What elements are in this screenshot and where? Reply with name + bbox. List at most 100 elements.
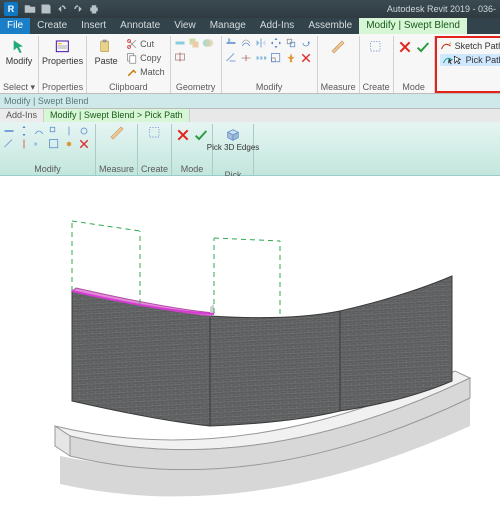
ribbon-secondary: Modify Measure Create Mode Pick 3D Edges… xyxy=(0,122,500,176)
modify-button[interactable]: Modify xyxy=(3,37,35,81)
context-strip: Modify | Swept Blend xyxy=(0,94,500,108)
sketch-path-icon xyxy=(440,40,452,52)
print-icon[interactable] xyxy=(88,3,100,15)
align-icon[interactable] xyxy=(225,37,237,49)
quick-access-toolbar xyxy=(24,3,116,15)
tab-modify-swept-blend[interactable]: Modify | Swept Blend xyxy=(359,18,467,34)
window-title: Autodesk Revit 2019 - 036- xyxy=(387,4,496,14)
finish2-icon[interactable] xyxy=(193,127,209,143)
split-el-icon[interactable] xyxy=(240,52,252,64)
paste-label: Paste xyxy=(95,56,118,66)
tab-addins[interactable]: Add-Ins xyxy=(253,18,301,34)
create2-icon[interactable] xyxy=(147,125,163,141)
pick-3d-edges-icon xyxy=(225,127,241,143)
match-button[interactable]: Match xyxy=(124,65,167,78)
pick-path-label: Pick Path xyxy=(466,55,500,65)
trim2-icon[interactable] xyxy=(3,138,15,150)
tab-create[interactable]: Create xyxy=(30,18,74,34)
open-icon[interactable] xyxy=(24,3,36,15)
properties-label: Properties xyxy=(42,56,83,66)
delete2-icon[interactable] xyxy=(78,138,90,150)
panel2-measure: Measure xyxy=(96,124,138,175)
rotate2-icon[interactable] xyxy=(78,125,90,137)
panel2-modify-title: Modify xyxy=(34,163,61,175)
scale-icon[interactable] xyxy=(270,52,282,64)
tab-file[interactable]: File xyxy=(0,18,30,34)
panel-create: Create xyxy=(360,36,394,93)
tab-manage[interactable]: Manage xyxy=(203,18,253,34)
subtab-pickpath[interactable]: Modify | Swept Blend > Pick Path xyxy=(44,109,190,122)
tab-assemble[interactable]: Assemble xyxy=(301,18,359,34)
dim-icon[interactable] xyxy=(104,3,116,15)
cut-button[interactable]: Cut xyxy=(124,37,167,50)
finish-icon[interactable] xyxy=(415,39,431,55)
title-bar: R Autodesk Revit 2019 - 036- xyxy=(0,0,500,18)
tab-insert[interactable]: Insert xyxy=(74,18,113,34)
panel-modify-title: Modify xyxy=(256,81,283,93)
panel2-mode-title: Mode xyxy=(181,163,204,175)
create-button[interactable] xyxy=(364,37,388,81)
panel-clipboard: Paste Cut Copy Match Clipboard xyxy=(87,36,171,93)
cut-geom-icon[interactable] xyxy=(188,37,200,49)
pick-3d-edges-button[interactable]: Pick 3D Edges xyxy=(216,125,250,169)
redo-icon[interactable] xyxy=(72,3,84,15)
paste-button[interactable]: Paste xyxy=(90,37,122,81)
delete-icon[interactable] xyxy=(300,52,312,64)
measure-button[interactable] xyxy=(325,37,351,81)
panel-geometry-title: Geometry xyxy=(176,81,216,93)
save-icon[interactable] xyxy=(40,3,52,15)
panel2-pick: Pick 3D Edges Pick xyxy=(213,124,254,175)
tab-view[interactable]: View xyxy=(167,18,203,34)
split2-icon[interactable] xyxy=(18,138,30,150)
pick-path-button[interactable]: Pick Path xyxy=(440,54,500,66)
model-view xyxy=(0,176,500,516)
panel2-modify: Modify xyxy=(0,124,96,175)
panel-measure-title: Measure xyxy=(321,81,356,93)
panel-clipboard-title: Clipboard xyxy=(109,81,148,93)
rotate-icon[interactable] xyxy=(300,37,312,49)
cancel2-icon[interactable] xyxy=(175,127,191,143)
panel-measure: Measure xyxy=(318,36,360,93)
secondary-tabs: Add-Ins Modify | Swept Blend > Pick Path xyxy=(0,108,500,122)
properties-button[interactable]: Properties xyxy=(43,37,83,81)
panel-draw: Sketch Path Pick Path xyxy=(435,36,500,93)
scale2-icon[interactable] xyxy=(48,138,60,150)
move-icon[interactable] xyxy=(270,37,282,49)
ribbon-main: Modify Select ▾ Properties Properties Pa… xyxy=(0,34,500,94)
pick-3d-edges-label: Pick 3D Edges xyxy=(207,144,259,152)
pin2-icon[interactable] xyxy=(63,138,75,150)
panel2-create: Create xyxy=(138,124,172,175)
move2-icon[interactable] xyxy=(18,125,30,137)
cope-icon[interactable] xyxy=(174,37,186,49)
panel-create-title: Create xyxy=(363,81,390,93)
tab-annotate[interactable]: Annotate xyxy=(113,18,167,34)
modify-label: Modify xyxy=(6,56,33,66)
viewport-3d[interactable] xyxy=(0,176,500,516)
cancel-icon[interactable] xyxy=(397,39,413,55)
join-icon[interactable] xyxy=(202,37,214,49)
panel-properties: Properties Properties xyxy=(39,36,87,93)
align2-icon[interactable] xyxy=(3,125,15,137)
pin-icon[interactable] xyxy=(285,52,297,64)
mirror2-icon[interactable] xyxy=(63,125,75,137)
offset2-icon[interactable] xyxy=(33,125,45,137)
array-icon[interactable] xyxy=(255,52,267,64)
array2-icon[interactable] xyxy=(33,138,45,150)
app-icon: R xyxy=(4,2,18,16)
copy-button[interactable]: Copy xyxy=(124,51,167,64)
sketch-path-button[interactable]: Sketch Path xyxy=(440,40,500,52)
subtab-addins[interactable]: Add-Ins xyxy=(0,109,44,122)
cursor-icon xyxy=(453,55,463,65)
copy2-icon[interactable] xyxy=(48,125,60,137)
copy-mod-icon[interactable] xyxy=(285,37,297,49)
offset-icon[interactable] xyxy=(240,37,252,49)
undo-icon[interactable] xyxy=(56,3,68,15)
panel-properties-title: Properties xyxy=(42,81,83,93)
context-strip-label: Modify | Swept Blend xyxy=(4,96,88,106)
sketch-path-label: Sketch Path xyxy=(455,41,500,51)
mirror-icon[interactable] xyxy=(255,37,267,49)
panel2-create-title: Create xyxy=(141,163,168,175)
split-icon[interactable] xyxy=(174,51,186,63)
measure2-icon[interactable] xyxy=(109,125,125,141)
trim-icon[interactable] xyxy=(225,52,237,64)
